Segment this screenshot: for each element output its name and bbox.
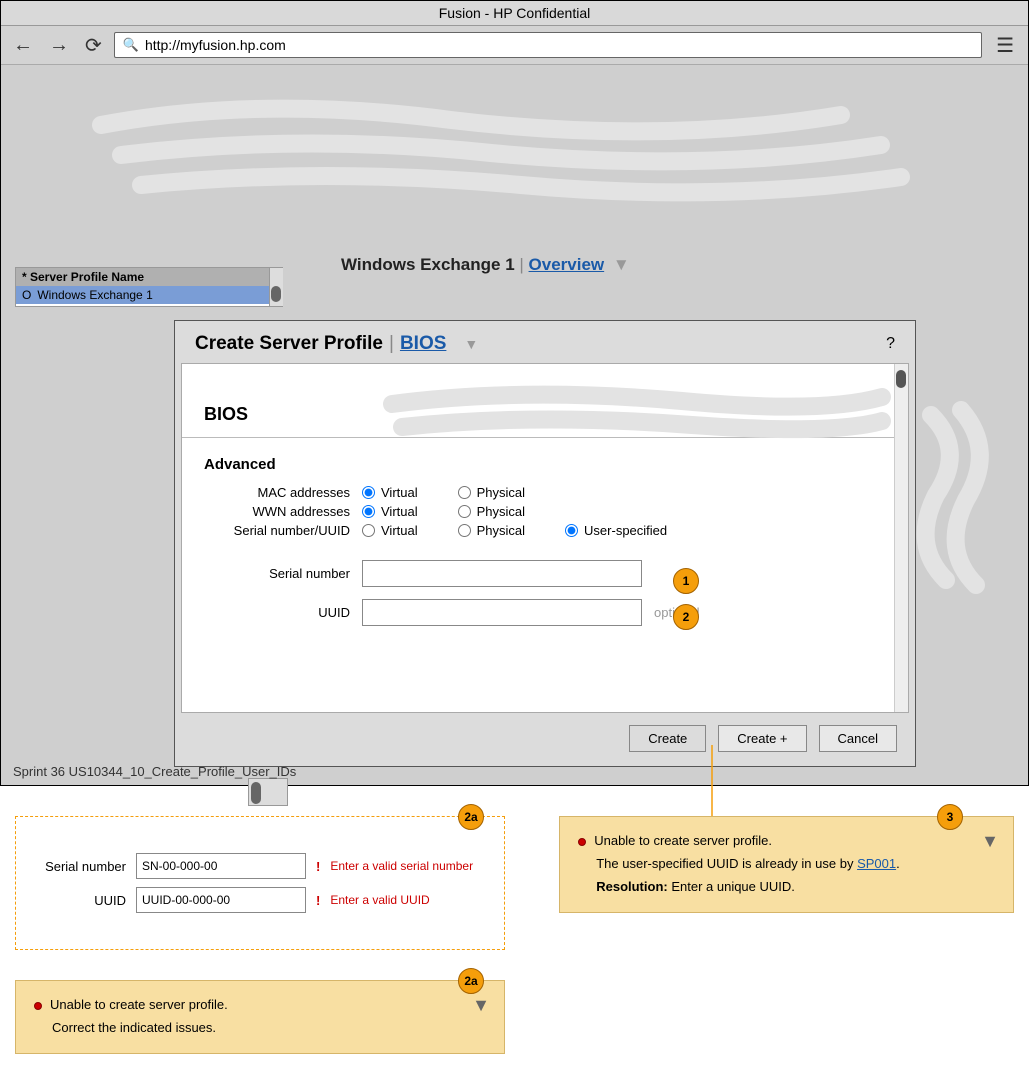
callout-2: 2: [673, 604, 699, 630]
mac-physical-radio[interactable]: Physical: [458, 485, 525, 500]
serial-label: Serial number: [26, 859, 136, 874]
serial-input-error[interactable]: [136, 853, 306, 879]
warn-resolution: Resolution: Enter a unique UUID.: [596, 879, 995, 894]
uuid-label: UUID: [182, 605, 362, 620]
error-bullet-icon: [578, 838, 586, 846]
dialog-body: BIOS Advanced MAC addresses Virtual Phys…: [181, 363, 909, 713]
warning-box-3: 3 ▼ Unable to create server profile. The…: [559, 816, 1014, 913]
serial-label: Serial number: [182, 566, 362, 581]
create-plus-button[interactable]: Create +: [718, 725, 806, 752]
back-icon[interactable]: ←: [9, 34, 37, 57]
error-icon: !: [316, 859, 320, 874]
status-indicator: O: [22, 288, 31, 302]
warn-body: The user-specified UUID is already in us…: [596, 856, 995, 871]
scrollbar-thumb[interactable]: [896, 370, 906, 388]
create-profile-dialog: Create Server Profile | BIOS ▼ ? BIOS Ad…: [174, 320, 916, 767]
wwn-label: WWN addresses: [182, 504, 362, 519]
chevron-down-icon[interactable]: ▼: [613, 255, 630, 274]
callout-1: 1: [673, 568, 699, 594]
warning-box-2a: 2a ▼ Unable to create server profile. Co…: [15, 980, 505, 1054]
window-title: Fusion - HP Confidential: [1, 1, 1028, 26]
reload-icon[interactable]: ⟳: [81, 33, 106, 58]
scrollbar[interactable]: [269, 268, 283, 306]
error-bullet-icon: [34, 1002, 42, 1010]
annotation-area: 2a Serial number ! Enter a valid serial …: [0, 786, 1029, 1074]
profile-link[interactable]: SP001: [857, 856, 896, 871]
chevron-down-icon[interactable]: ▼: [981, 831, 999, 852]
chevron-down-icon[interactable]: ▼: [472, 995, 490, 1016]
browser-window: Fusion - HP Confidential ← → ⟳ 🔍 ☰ Windo…: [0, 0, 1029, 786]
overview-link[interactable]: Overview: [529, 255, 605, 274]
dialog-title: Create Server Profile: [195, 333, 383, 355]
callout-2a: 2a: [458, 804, 484, 830]
page-title: Windows Exchange 1 | Overview ▼: [341, 255, 630, 275]
cancel-button[interactable]: Cancel: [819, 725, 897, 752]
dialog-section-link[interactable]: BIOS: [400, 333, 446, 355]
mac-label: MAC addresses: [182, 485, 362, 500]
sidebar: * Server Profile Name O Windows Exchange…: [15, 267, 283, 307]
error-icon: !: [316, 893, 320, 908]
sidebar-item-label: Windows Exchange 1: [37, 288, 152, 302]
mac-virtual-radio[interactable]: Virtual: [362, 485, 418, 500]
uuid-input[interactable]: [362, 599, 642, 626]
callout-3: 3: [937, 804, 963, 830]
hamburger-icon[interactable]: ☰: [990, 33, 1020, 58]
profile-name: Windows Exchange 1: [341, 255, 515, 274]
url-input[interactable]: [145, 37, 973, 53]
help-icon[interactable]: ?: [886, 335, 895, 353]
snuuid-virtual-radio[interactable]: Virtual: [362, 523, 418, 538]
sketch-decoration: [61, 85, 961, 235]
serial-input[interactable]: [362, 560, 642, 587]
search-icon: 🔍: [123, 37, 139, 53]
create-button[interactable]: Create: [629, 725, 706, 752]
uuid-error-text: Enter a valid UUID: [330, 893, 429, 907]
uuid-input-error[interactable]: [136, 887, 306, 913]
warn-title: Unable to create server profile.: [594, 833, 772, 848]
warn-body: Correct the indicated issues.: [52, 1020, 486, 1035]
address-bar[interactable]: 🔍: [114, 32, 982, 58]
scrollbar-thumb[interactable]: [271, 286, 281, 302]
sketch-decoration: [906, 395, 1029, 605]
browser-toolbar: ← → ⟳ 🔍 ☰: [1, 26, 1028, 65]
warn-title: Unable to create server profile.: [50, 997, 228, 1012]
sprint-label: Sprint 36 US10344_10_Create_Profile_User…: [13, 764, 296, 779]
uuid-label: UUID: [26, 893, 136, 908]
dialog-header: Create Server Profile | BIOS ▼ ?: [175, 321, 915, 363]
callout-2a: 2a: [458, 968, 484, 994]
advanced-heading: Advanced: [182, 438, 908, 483]
sidebar-item-profile[interactable]: O Windows Exchange 1: [16, 286, 282, 304]
wwn-physical-radio[interactable]: Physical: [458, 504, 525, 519]
snuuid-physical-radio[interactable]: Physical: [458, 523, 525, 538]
chevron-down-icon[interactable]: ▼: [464, 336, 478, 352]
sidebar-header: * Server Profile Name: [16, 268, 282, 286]
serial-uuid-label: Serial number/UUID: [182, 523, 362, 538]
wwn-virtual-radio[interactable]: Virtual: [362, 504, 418, 519]
dialog-footer: Create Create + Cancel: [175, 713, 915, 766]
snuuid-user-radio[interactable]: User-specified: [565, 523, 667, 538]
forward-icon[interactable]: →: [45, 34, 73, 57]
bios-heading: BIOS: [182, 364, 908, 437]
scrollbar[interactable]: [894, 364, 908, 712]
validation-example: 2a Serial number ! Enter a valid serial …: [15, 816, 505, 950]
app-canvas: Windows Exchange 1 | Overview ▼ * Server…: [1, 65, 1028, 785]
serial-error-text: Enter a valid serial number: [330, 859, 473, 873]
